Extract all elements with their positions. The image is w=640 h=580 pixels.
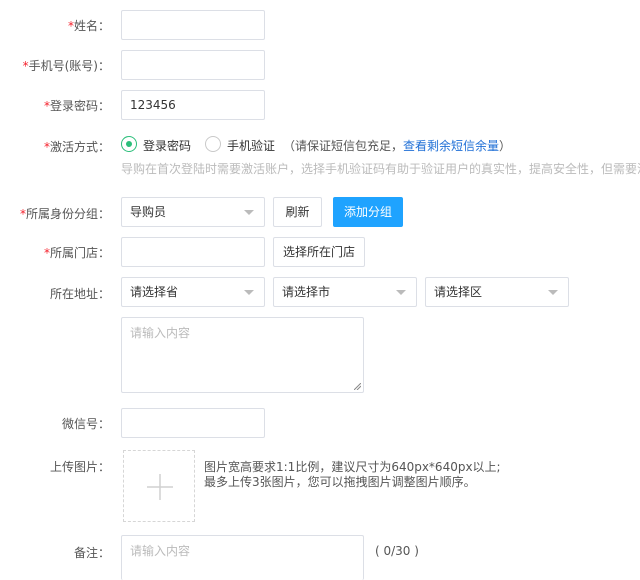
name-label: *姓名： <box>67 19 110 33</box>
upload-image-button[interactable] <box>123 450 195 522</box>
upload-label: 上传图片： <box>49 460 110 474</box>
remark-label: 备注： <box>73 546 110 560</box>
radio-label-login-password: 登录密码 <box>143 139 192 153</box>
plus-icon <box>147 474 173 500</box>
province-select-value: 请选择省 <box>130 285 179 299</box>
sms-note: （请保证短信包充足，查看剩余短信余量） <box>283 139 512 153</box>
password-label: *登录密码： <box>43 99 110 113</box>
group-select[interactable]: 导购员 <box>121 197 265 227</box>
password-input[interactable] <box>121 90 265 120</box>
province-select[interactable]: 请选择省 <box>121 277 265 307</box>
remark-counter: ( 0/30 ) <box>375 544 419 558</box>
name-input[interactable] <box>121 10 265 40</box>
chevron-down-icon <box>396 290 406 295</box>
activation-hint: 导购在首次登陆时需要激活账户，选择手机验证码有助于验证用户的真实性，提高安全性，… <box>121 162 640 176</box>
chevron-down-icon <box>244 210 254 215</box>
store-label: *所属门店： <box>43 246 110 260</box>
chevron-down-icon <box>548 290 558 295</box>
resize-grip-icon[interactable] <box>354 383 361 390</box>
wechat-input[interactable] <box>121 408 265 438</box>
remark-placeholder: 请输入内容 <box>130 544 191 558</box>
activation-label: *激活方式： <box>43 140 110 154</box>
city-select-value: 请选择市 <box>282 285 331 299</box>
store-input[interactable] <box>121 237 265 267</box>
chevron-down-icon <box>244 290 254 295</box>
address-label: 所在地址： <box>49 287 110 301</box>
sms-balance-link[interactable]: 查看剩余短信余量 <box>403 139 499 153</box>
group-label: *所属身份分组： <box>19 207 110 221</box>
wechat-label: 微信号： <box>61 417 110 431</box>
group-select-value: 导购员 <box>130 205 167 219</box>
radio-unselected-icon <box>205 136 221 152</box>
upload-hint-line2: 最多上传3张图片，您可以拖拽图片调整图片顺序。 <box>204 475 476 489</box>
refresh-button[interactable]: 刷新 <box>273 197 322 227</box>
city-select[interactable]: 请选择市 <box>273 277 417 307</box>
district-select-value: 请选择区 <box>434 285 483 299</box>
address-detail-placeholder: 请输入内容 <box>130 326 191 340</box>
add-group-button[interactable]: 添加分组 <box>333 197 403 227</box>
choose-store-button[interactable]: 选择所在门店 <box>273 237 365 267</box>
phone-label: *手机号(账号)： <box>22 59 110 73</box>
phone-input[interactable] <box>121 50 265 80</box>
address-detail-textarea[interactable]: 请输入内容 <box>121 317 364 393</box>
radio-selected-icon <box>121 136 137 152</box>
district-select[interactable]: 请选择区 <box>425 277 569 307</box>
radio-label-phone-verify: 手机验证 <box>227 139 276 153</box>
remark-textarea[interactable]: 请输入内容 <box>121 535 364 580</box>
